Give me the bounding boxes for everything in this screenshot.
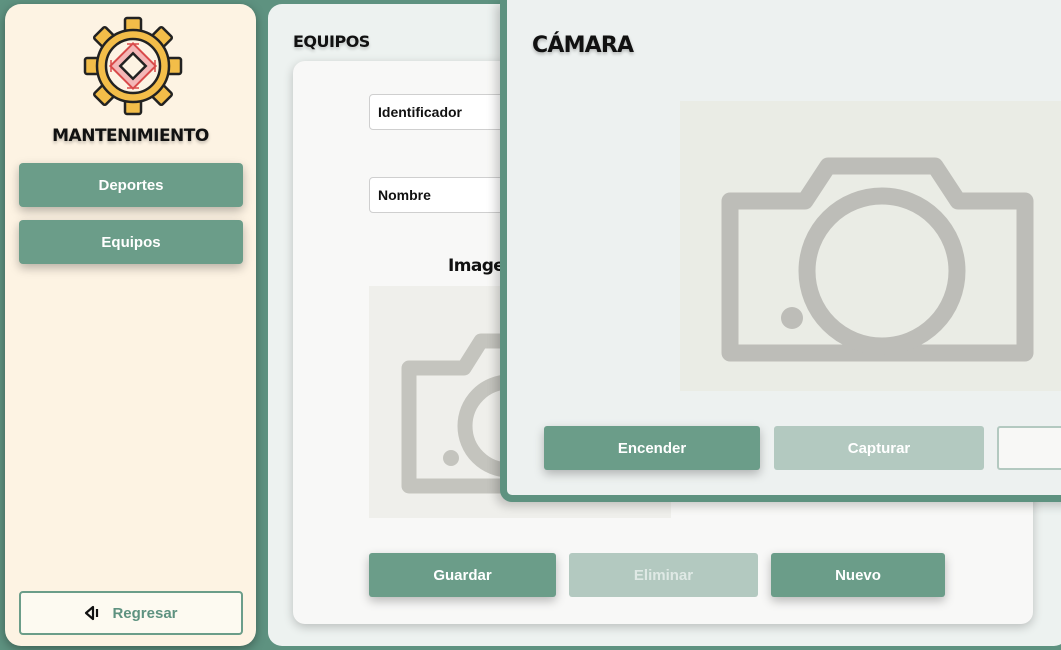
save-button[interactable]: Guardar: [369, 553, 556, 597]
modal-third-button[interactable]: [997, 426, 1061, 470]
sidebar-item-deportes[interactable]: Deportes: [19, 163, 243, 207]
camera-modal: CÁMARA Encender Capturar: [500, 0, 1061, 502]
sidebar-item-label: Equipos: [101, 233, 161, 251]
delete-button[interactable]: Eliminar: [569, 553, 758, 597]
new-button[interactable]: Nuevo: [771, 553, 945, 597]
app-brand-title: MANTENIMIENTO: [52, 126, 209, 146]
back-button[interactable]: Regresar: [19, 591, 243, 635]
camera-preview: [680, 101, 1061, 391]
camera-placeholder-icon: [721, 157, 1034, 362]
turn-on-camera-button[interactable]: Encender: [544, 426, 760, 470]
name-placeholder: Nombre: [378, 187, 431, 203]
back-arrow-icon: [84, 605, 102, 621]
sidebar-item-equipos[interactable]: Equipos: [19, 220, 243, 264]
section-title: EQUIPOS: [293, 32, 370, 51]
delete-button-label: Eliminar: [633, 566, 694, 584]
capture-button[interactable]: Capturar: [774, 426, 984, 470]
back-button-label: Regresar: [112, 604, 178, 622]
identifier-placeholder: Identificador: [378, 104, 463, 120]
new-button-label: Nuevo: [835, 566, 881, 584]
gear-chip-logo-icon: [83, 16, 183, 116]
sidebar-item-label: Deportes: [98, 176, 164, 194]
camera-modal-body: CÁMARA Encender Capturar: [507, 0, 1061, 495]
turn-on-button-label: Encender: [617, 439, 687, 457]
capture-button-label: Capturar: [847, 439, 911, 457]
sidebar: MANTENIMIENTO Deportes Equipos Regresar: [5, 4, 256, 646]
save-button-label: Guardar: [433, 566, 492, 584]
camera-modal-title: CÁMARA: [532, 33, 634, 58]
